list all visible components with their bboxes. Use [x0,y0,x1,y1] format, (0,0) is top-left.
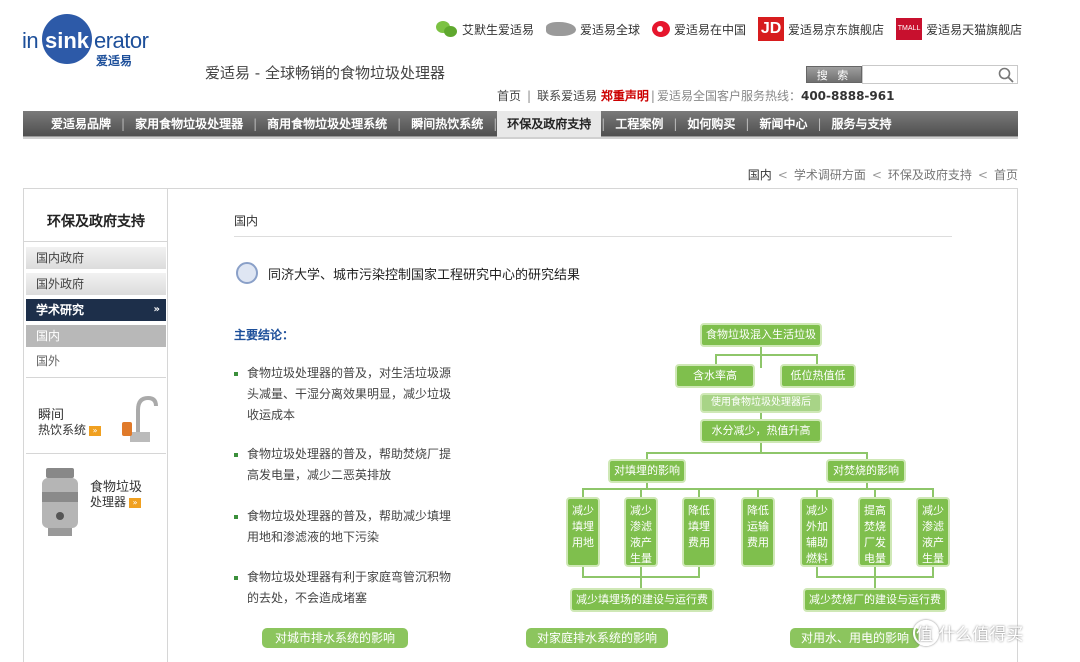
conclusion-bullet: 食物垃圾处理器的普及，帮助焚烧厂提高发电量，减少二恶英排放 [234,444,456,486]
watermark: 值 什么值得买 [916,625,1024,645]
breadcrumb-research[interactable]: 学术调研方面 [794,168,866,182]
jd-label: 爱适易京东旗舰店 [788,22,885,37]
breadcrumb: 国内 < 学术调研方面 < 环保及政府支持 < 首页 [747,168,1018,182]
flow-node-high-water: 含水率高 [675,364,755,388]
conclusion-bullet: 食物垃圾处理器有利于家庭弯管沉积物的去处，不会造成堵塞 [234,567,456,609]
sidebar-item-domestic-gov[interactable]: 国内政府 [26,247,166,269]
flow-node-using-disposer: 使用食物垃圾处理器后 [700,393,822,413]
contact-link[interactable]: 联系爱适易 [537,89,597,103]
home-link[interactable]: 首页 [497,89,521,103]
utility-links: 首页 | 联系爱适易 郑重声明 | 爱适易全国客户服务热线：400-8888-961 [497,89,895,103]
breadcrumb-current: 国内 [747,168,772,182]
tmall-store-link[interactable]: TMALL 爱适易天猫旗舰店 [896,18,1022,40]
flow-node-top: 食物垃圾混入生活垃圾 [700,323,822,347]
tag-water-electricity[interactable]: 对用水、用电的影响 [790,628,920,648]
search-input[interactable] [862,65,1018,84]
tmall-icon: TMALL [896,18,923,40]
sidebar-item-research-label: 学术研究 [36,303,85,317]
weibo-label: 爱适易在中国 [674,22,747,37]
weibo-link[interactable]: 爱适易在中国 [652,21,746,38]
sidebar-subitem-foreign[interactable]: 国外 [26,350,166,372]
arrow-tag-icon: » [89,425,102,436]
logo-circle-text: sink [44,28,90,53]
double-chevron-icon: » [153,304,160,315]
nav-item-service[interactable]: 服务与支持 [822,111,902,137]
search-icon[interactable] [998,67,1014,83]
logo-circle: sink [42,14,92,64]
study-title: 同济大学、城市污染控制国家工程研究中心的研究结果 [268,268,581,283]
insinkerator-logo[interactable]: in sink erator 爱适易 [20,14,170,74]
flow-node-landfill: 对填埋的影响 [608,459,686,483]
nav-item-how-to-buy[interactable]: 如何购买 [677,111,745,137]
hotline-label: 爱适易全国客户服务热线： [656,89,801,103]
world-map-icon [546,22,577,36]
wechat-icon [436,19,458,39]
university-seal-icon [236,262,258,284]
flow-effect-node: 减少 填埋 用地 [566,497,600,567]
nav-item-projects[interactable]: 工程案例 [605,111,673,137]
flow-effect-node: 降低 填埋 费用 [682,497,716,567]
flow-effect-node: 减少 外加 辅助 燃料 [800,497,834,567]
sidebar-item-research[interactable]: 学术研究 » [26,299,166,321]
search-button[interactable]: 搜 索 [806,66,862,83]
tag-city-drainage[interactable]: 对城市排水系统的影响 [262,628,408,648]
disposer-product-icon [42,468,78,536]
nav-item-brand[interactable]: 爱适易品牌 [23,111,121,137]
promo-disposer-title: 食物垃圾 处理器» [90,480,143,509]
flow-effect-node: 降低 运输 费用 [741,497,775,567]
wechat-link[interactable]: 艾默生爱适易 [436,19,534,39]
flow-node-low-heat: 低位热值低 [780,364,856,388]
logo-subtitle: 爱适易 [96,54,133,68]
heading-divider [234,236,952,237]
nav-item-commercial[interactable]: 商用食物垃圾处理系统 [257,111,397,137]
conclusion-label: 主要结论： [234,328,295,342]
jd-store-link[interactable]: JD 爱适易京东旗舰店 [758,17,884,41]
nav-item-news[interactable]: 新闻中心 [749,111,817,137]
global-link[interactable]: 爱适易全球 [546,21,640,38]
site-tagline: 爱适易 - 全球畅销的食物垃圾处理器 [205,64,445,82]
promo-hot-water-title: 瞬间 热饮系统» [38,408,102,438]
sidebar-item-foreign-gov[interactable]: 国外政府 [26,273,166,295]
flow-node-result: 水分减少，热值升高 [700,419,822,443]
global-label: 爱适易全球 [580,22,641,37]
faucet-icon [122,395,158,442]
main-nav: 爱适易品牌 | 家用食物垃圾处理器 | 商用食物垃圾处理系统 | 瞬间热饮系统 … [23,110,1018,137]
nav-shadow [23,137,1018,139]
notice-link[interactable]: 郑重声明 [601,89,649,103]
conclusion-bullet: 食物垃圾处理器的普及，帮助减少填埋用地和渗滤液的地下污染 [234,506,456,548]
promo-hot-water[interactable]: 瞬间 热饮系统» [26,377,166,453]
nav-item-hot-water[interactable]: 瞬间热饮系统 [401,111,493,137]
breadcrumb-environment[interactable]: 环保及政府支持 [888,168,972,182]
conclusion-bullet: 食物垃圾处理器的普及，对生活垃圾源头减量、干湿分离效果明显，减少垃圾收运成本 [234,363,456,426]
flow-node-incineration-cost: 减少焚烧厂的建设与运行费用 [803,588,947,626]
tag-home-drainage[interactable]: 对家庭排水系统的影响 [526,628,668,648]
sidebar-title: 环保及政府支持 [47,214,145,230]
flow-node-landfill-cost: 减少填埋场的建设与运行费用 [570,588,714,626]
flow-effect-node: 提高 焚烧 厂发 电量 [858,497,892,567]
hotline-number: 400-8888-961 [800,89,895,103]
promo-disposer[interactable]: 食物垃圾 处理器» [26,453,166,543]
breadcrumb-home[interactable]: 首页 [994,168,1018,182]
flow-node-incineration: 对焚烧的影响 [826,459,906,483]
sidebar-subitem-domestic[interactable]: 国内 [26,325,166,347]
arrow-tag-icon: » [129,497,142,508]
logo-text-right: erator [94,28,149,53]
section-heading: 国内 [234,214,259,228]
top-links: 艾默生爱适易 爱适易全球 爱适易在中国 JD 爱适易京东旗舰店 TMALL 爱适… [436,17,1030,41]
nav-item-environment[interactable]: 环保及政府支持 [497,110,602,137]
wechat-label: 艾默生爱适易 [462,22,535,37]
nav-item-home-disposer[interactable]: 家用食物垃圾处理器 [125,111,253,137]
weibo-icon [652,21,671,37]
logo-text-left: in [22,28,39,53]
flow-effect-node: 减少 渗滤 液产 生量 [916,497,950,567]
sidebar: 环保及政府支持 国内政府 国外政府 学术研究 » 国内 国外 瞬间 热饮系统» … [24,189,168,662]
tmall-label: 爱适易天猫旗舰店 [926,22,1023,37]
flow-effect-node: 减少 渗滤 液产 生量 [624,497,658,567]
jd-icon: JD [758,17,785,41]
